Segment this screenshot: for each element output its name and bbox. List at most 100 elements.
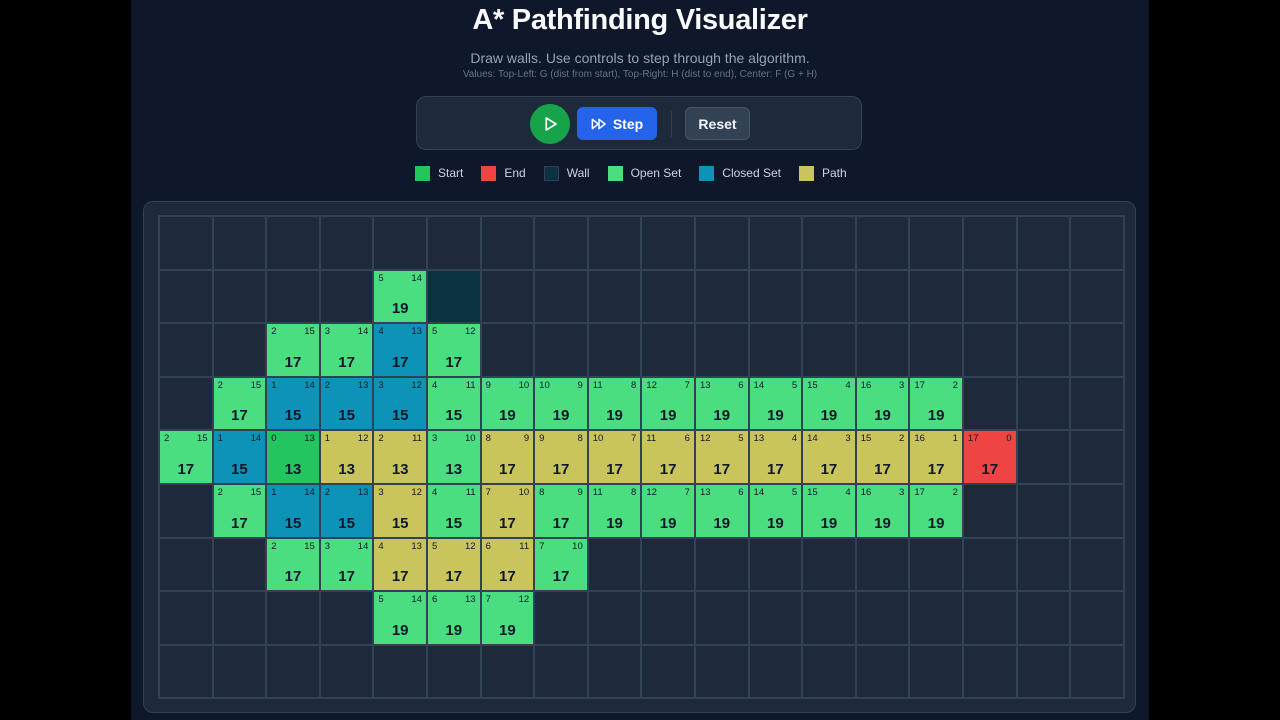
grid-cell-empty[interactable] — [1016, 376, 1071, 431]
grid-cell-empty[interactable] — [748, 216, 803, 270]
grid-cell-empty[interactable] — [1016, 216, 1071, 270]
grid-cell-empty[interactable] — [159, 537, 213, 592]
grid-cell-empty[interactable] — [159, 323, 213, 377]
grid-cell-empty[interactable] — [694, 644, 749, 699]
grid-cell-empty[interactable] — [1016, 644, 1071, 699]
grid-cell-empty[interactable] — [694, 537, 749, 592]
grid-cell-open[interactable]: 5 14 19 — [373, 269, 427, 324]
grid-cell-empty[interactable] — [480, 269, 535, 324]
grid-cell-empty[interactable] — [587, 269, 642, 324]
grid-cell-path[interactable]: 2 11 13 — [373, 430, 427, 484]
grid-cell-open[interactable]: 14 5 19 — [748, 483, 803, 538]
grid-cell-empty[interactable] — [319, 591, 374, 645]
grid-cell-open[interactable]: 16 3 19 — [855, 376, 910, 431]
grid-cell-empty[interactable] — [587, 537, 642, 592]
grid-cell-empty[interactable] — [909, 216, 963, 270]
play-button[interactable] — [530, 104, 570, 144]
grid-cell-empty[interactable] — [480, 323, 535, 377]
grid-cell-empty[interactable] — [962, 323, 1017, 377]
grid-cell-empty[interactable] — [802, 644, 856, 699]
grid-cell-empty[interactable] — [159, 644, 213, 699]
grid-cell-empty[interactable] — [802, 216, 856, 270]
grid-cell-open[interactable]: 3 10 13 — [426, 430, 481, 484]
grid-cell-path[interactable]: 16 1 17 — [909, 430, 963, 484]
grid-cell-empty[interactable] — [1016, 537, 1071, 592]
grid-cell-path[interactable]: 15 2 17 — [855, 430, 910, 484]
grid-cell-empty[interactable] — [266, 644, 320, 699]
grid-cell-empty[interactable] — [212, 591, 267, 645]
grid-cell-empty[interactable] — [909, 537, 963, 592]
grid-cell-empty[interactable] — [1070, 483, 1124, 538]
grid-cell-open[interactable]: 4 11 15 — [426, 483, 481, 538]
grid-cell-empty[interactable] — [962, 537, 1017, 592]
grid-cell-open[interactable]: 2 15 17 — [159, 430, 213, 484]
grid-cell-empty[interactable] — [962, 269, 1017, 324]
grid-cell-path[interactable]: 14 3 17 — [802, 430, 856, 484]
grid-cell-empty[interactable] — [694, 216, 749, 270]
grid-cell-empty[interactable] — [1070, 591, 1124, 645]
grid-cell-empty[interactable] — [1016, 591, 1071, 645]
grid-cell-closed[interactable]: 3 12 15 — [373, 376, 427, 431]
grid-cell-empty[interactable] — [159, 376, 213, 431]
grid-cell-closed[interactable]: 1 14 15 — [212, 430, 267, 484]
grid-cell-empty[interactable] — [1070, 644, 1124, 699]
grid-cell-path[interactable]: 3 12 15 — [373, 483, 427, 538]
grid-cell-empty[interactable] — [1070, 269, 1124, 324]
grid-cell-empty[interactable] — [694, 323, 749, 377]
grid-cell-open[interactable]: 10 9 19 — [534, 376, 588, 431]
grid-cell-open[interactable]: 2 15 17 — [266, 537, 320, 592]
grid-cell-path[interactable]: 11 6 17 — [641, 430, 695, 484]
grid-cell-path[interactable]: 10 7 17 — [587, 430, 642, 484]
grid-cell-empty[interactable] — [426, 644, 481, 699]
grid-cell-end[interactable]: 17 0 17 — [962, 430, 1017, 484]
grid-cell-empty[interactable] — [1070, 430, 1124, 484]
grid-cell-empty[interactable] — [480, 216, 535, 270]
grid-cell-empty[interactable] — [426, 216, 481, 270]
grid-cell-open[interactable]: 5 12 17 — [426, 323, 481, 377]
grid-cell-empty[interactable] — [641, 537, 695, 592]
grid-cell-empty[interactable] — [748, 644, 803, 699]
grid-cell-empty[interactable] — [694, 269, 749, 324]
grid-cell-empty[interactable] — [212, 644, 267, 699]
grid-cell-empty[interactable] — [159, 483, 213, 538]
grid-cell-open[interactable]: 3 14 17 — [319, 323, 374, 377]
grid-cell-open[interactable]: 13 6 19 — [694, 376, 749, 431]
grid-cell-empty[interactable] — [534, 644, 588, 699]
grid-cell-open[interactable]: 9 10 19 — [480, 376, 535, 431]
grid-cell-empty[interactable] — [855, 591, 910, 645]
grid-cell-empty[interactable] — [212, 537, 267, 592]
grid-cell-path[interactable]: 4 13 17 — [373, 537, 427, 592]
grid-cell-empty[interactable] — [748, 591, 803, 645]
grid-cell-path[interactable]: 7 10 17 — [480, 483, 535, 538]
grid-cell-empty[interactable] — [909, 323, 963, 377]
grid-cell-closed[interactable]: 4 13 17 — [373, 323, 427, 377]
grid-cell-path[interactable]: 1 12 13 — [319, 430, 374, 484]
grid-cell-open[interactable]: 13 6 19 — [694, 483, 749, 538]
grid-cell-empty[interactable] — [1070, 376, 1124, 431]
grid-cell-open[interactable]: 16 3 19 — [855, 483, 910, 538]
grid-cell-empty[interactable] — [802, 591, 856, 645]
grid-cell-open[interactable]: 2 15 17 — [212, 376, 267, 431]
grid-cell-open[interactable]: 12 7 19 — [641, 376, 695, 431]
grid-cell-empty[interactable] — [748, 323, 803, 377]
grid-cell-empty[interactable] — [909, 269, 963, 324]
grid-cell-open[interactable]: 11 8 19 — [587, 483, 642, 538]
grid-cell-open[interactable]: 17 2 19 — [909, 376, 963, 431]
grid-cell-empty[interactable] — [212, 269, 267, 324]
grid-cell-empty[interactable] — [1070, 323, 1124, 377]
grid-cell-empty[interactable] — [1016, 430, 1071, 484]
grid-cell-empty[interactable] — [534, 323, 588, 377]
grid-cell-path[interactable]: 13 4 17 — [748, 430, 803, 484]
grid-cell-empty[interactable] — [266, 591, 320, 645]
grid-cell-empty[interactable] — [534, 269, 588, 324]
grid-cell-empty[interactable] — [855, 216, 910, 270]
grid-cell-closed[interactable]: 2 13 15 — [319, 376, 374, 431]
grid-cell-wall[interactable] — [426, 269, 481, 324]
grid-cell-open[interactable]: 7 10 17 — [534, 537, 588, 592]
grid-cell-empty[interactable] — [534, 591, 588, 645]
grid-cell-open[interactable]: 12 7 19 — [641, 483, 695, 538]
grid-cell-empty[interactable] — [748, 537, 803, 592]
grid-cell-empty[interactable] — [1016, 323, 1071, 377]
grid-cell-empty[interactable] — [962, 216, 1017, 270]
grid-cell-empty[interactable] — [641, 216, 695, 270]
